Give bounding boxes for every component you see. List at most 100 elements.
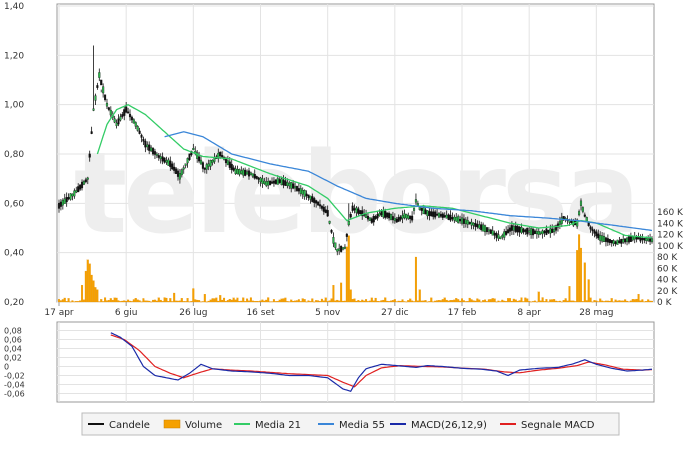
candle-body (138, 130, 141, 134)
volume-bar (271, 301, 274, 303)
candle-body (650, 238, 654, 243)
volume-bar (311, 298, 314, 303)
candle-body (430, 211, 433, 217)
candle-body (295, 186, 299, 191)
candle-body (77, 186, 80, 193)
volume-bar (545, 299, 548, 303)
volume-bar (75, 301, 78, 303)
candle-body (69, 193, 72, 200)
volume-bar (370, 297, 373, 303)
volume-bar (98, 301, 101, 303)
candle-body (601, 235, 604, 242)
candle-body (165, 160, 168, 163)
candle-body (606, 238, 609, 243)
candle-body (182, 167, 185, 170)
volume-bar (414, 256, 417, 303)
candle-body (71, 193, 74, 197)
candle-body (104, 94, 107, 101)
volume-bar (583, 262, 586, 303)
candle-body (284, 180, 287, 186)
candle-body (207, 163, 210, 167)
candle-body (443, 215, 446, 218)
candle-body (57, 202, 61, 209)
volume-bar (332, 285, 335, 303)
candle-body (144, 140, 147, 148)
volume-bar (242, 297, 245, 303)
candle-body (303, 190, 306, 197)
candle-body (221, 155, 224, 158)
candle-body (140, 134, 143, 138)
candle-body (278, 179, 281, 183)
volume-bar (484, 299, 487, 303)
volume-bar (328, 300, 331, 303)
candle-body (115, 122, 118, 127)
candle-body (73, 190, 76, 197)
volume-bar (215, 297, 218, 303)
volume-bar (163, 297, 166, 303)
candle-body (150, 147, 153, 152)
volume-bar (487, 299, 490, 303)
volume-bar (297, 299, 300, 303)
volume-bar (178, 300, 181, 303)
volume-bar (125, 300, 128, 303)
volume-bar (510, 300, 513, 303)
candle-body (286, 182, 289, 186)
candle-body (125, 106, 128, 113)
volume-bar (286, 301, 289, 303)
candle-body (526, 227, 529, 235)
candle-body (100, 79, 103, 86)
volume-bar (532, 301, 535, 303)
candle-body (535, 231, 538, 235)
volume-bar (84, 270, 87, 303)
candle-body (545, 228, 548, 235)
candle-body (649, 238, 652, 242)
volume-bar (345, 246, 348, 303)
macd-panel: 0,080,060,040,020-0,02-0,04-0,06 (4, 321, 655, 403)
volume-bar (249, 297, 252, 303)
candle-body (63, 198, 66, 204)
candle-body (424, 209, 427, 215)
macd-tick-label: 0,06 (4, 336, 22, 345)
volume-bar (165, 297, 168, 303)
volume-bar (390, 300, 393, 303)
volume-bar (449, 300, 452, 303)
candle-body (203, 167, 206, 170)
volume-tick-label: 0 K (657, 298, 673, 308)
volume-bar (320, 298, 323, 303)
volume-bar (366, 301, 369, 303)
candle-body (234, 168, 237, 174)
candle-body (155, 153, 158, 156)
candle-body (432, 211, 435, 217)
candle-body (455, 216, 458, 222)
volume-bar (238, 301, 241, 303)
volume-bar (203, 294, 206, 303)
volume-bar (512, 298, 515, 303)
candle-body (186, 158, 189, 164)
volume-bar (422, 300, 425, 303)
candle-body (357, 208, 360, 214)
candle-body (82, 181, 85, 185)
volume-bar (478, 299, 481, 303)
candle-body (113, 118, 116, 123)
volume-bar (645, 301, 648, 303)
volume-bar (388, 301, 391, 303)
volume-bar (591, 301, 594, 303)
candle-body (514, 225, 517, 232)
candle-body (269, 180, 272, 186)
volume-bar (629, 300, 632, 303)
volume-bar (318, 301, 321, 303)
candle-body (551, 228, 554, 233)
volume-bar (524, 297, 527, 303)
volume-bar (107, 300, 110, 303)
candle-body (142, 138, 145, 142)
candle-body (633, 236, 636, 240)
candle-body (395, 218, 398, 223)
candle-body (178, 173, 181, 180)
volume-bar (608, 300, 611, 303)
candle-body (507, 229, 510, 234)
candle-body (478, 224, 481, 229)
candle-body (270, 181, 274, 184)
candle-body (121, 114, 124, 117)
candle-body (522, 228, 525, 233)
volume-bar (77, 301, 80, 303)
